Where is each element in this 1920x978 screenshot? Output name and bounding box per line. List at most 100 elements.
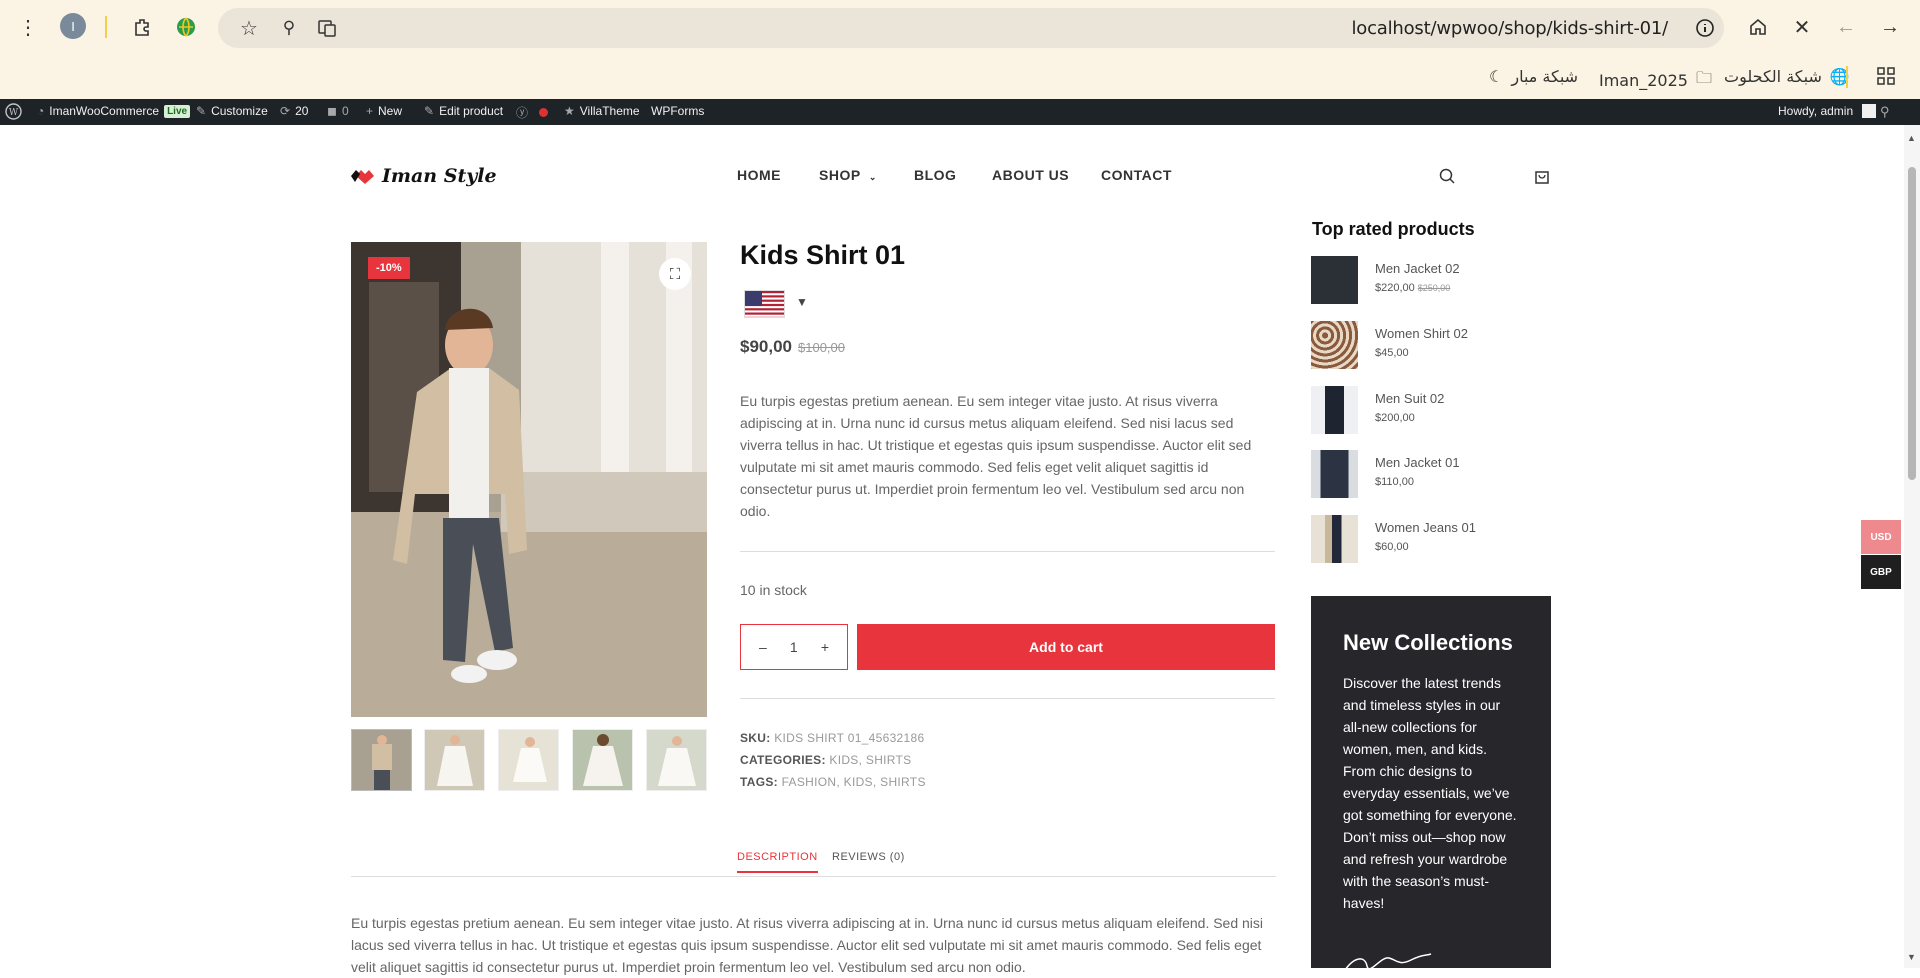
admin-updates[interactable]: ⟳ 20: [280, 104, 308, 118]
menu-shop[interactable]: SHOP ⌄: [819, 167, 877, 183]
admin-new[interactable]: + New: [366, 104, 402, 118]
scroll-up-icon[interactable]: ▲: [1907, 133, 1916, 143]
product-thumbnail[interactable]: [1311, 515, 1358, 563]
zoom-icon[interactable]: ⚲: [276, 14, 302, 42]
top-rated-name[interactable]: Men Suit 02: [1375, 391, 1444, 406]
villatheme-label: VillaTheme: [579, 104, 640, 118]
add-to-cart-button[interactable]: Add to cart: [857, 624, 1275, 670]
menu-blog[interactable]: BLOG: [914, 167, 956, 183]
product-thumbnail[interactable]: [1311, 450, 1358, 498]
yoast-icon: ⓨ: [516, 106, 529, 120]
gallery-thumbnail[interactable]: [572, 729, 633, 791]
price-current: $45,00: [1375, 347, 1409, 359]
price-current: $220,00: [1375, 282, 1415, 294]
product-thumbnail[interactable]: [1311, 386, 1358, 434]
star-icon: ★: [564, 104, 575, 118]
product-thumbnail[interactable]: [1311, 321, 1358, 369]
bookmark-item[interactable]: ☾ شبكة مبار: [1489, 67, 1578, 86]
top-rated-name[interactable]: Women Shirt 02: [1375, 326, 1468, 341]
category-link[interactable]: KIDS: [829, 753, 858, 767]
extensions-icon[interactable]: [128, 12, 156, 42]
scroll-thumb[interactable]: [1908, 167, 1916, 480]
wordpress-logo-icon[interactable]: W: [5, 103, 22, 120]
admin-customize[interactable]: ✎ Customize: [196, 104, 268, 118]
cart-icon[interactable]: [1534, 167, 1550, 190]
back-arrow-icon[interactable]: ←: [1832, 12, 1860, 42]
menu-home[interactable]: HOME: [737, 167, 781, 183]
page-scrollbar[interactable]: ▲ ▼: [1904, 125, 1920, 968]
gallery-thumbnail[interactable]: [646, 729, 707, 791]
top-rated-item[interactable]: Men Suit 02 $200,00: [1311, 386, 1531, 436]
top-rated-item[interactable]: Men Jacket 02 $220,00 $250,00: [1311, 256, 1531, 306]
tag-link[interactable]: SHIRTS: [880, 775, 926, 789]
admin-villatheme[interactable]: ★ VillaTheme: [564, 104, 640, 118]
wp-admin-bar: W ◔ ImanWooCommerce Live ✎ Customize ⟳ 20 ◼…: [0, 99, 1920, 125]
bookmark-star-icon[interactable]: ☆: [236, 14, 262, 42]
fullscreen-icon[interactable]: ⛶: [659, 258, 691, 290]
plus-icon[interactable]: +: [821, 639, 829, 655]
caret-down-icon[interactable]: ▼: [796, 295, 808, 309]
top-rated-item[interactable]: Women Jeans 01 $60,00: [1311, 515, 1531, 565]
menu-contact[interactable]: CONTACT: [1101, 167, 1172, 183]
profile-avatar[interactable]: I: [60, 13, 86, 39]
minus-icon[interactable]: –: [759, 639, 767, 655]
close-icon[interactable]: ✕: [1788, 12, 1816, 42]
translate-icon[interactable]: [314, 14, 340, 42]
product-main-image[interactable]: -10% ⛶: [351, 242, 707, 717]
tab-reviews[interactable]: REVIEWS (0): [832, 851, 905, 863]
tag-link[interactable]: KIDS: [844, 775, 873, 789]
price-old: $100,00: [798, 340, 845, 355]
url-text: localhost/wpwoo/shop/kids-shirt-01/: [1351, 18, 1668, 39]
menu-about-us[interactable]: ABOUT US: [992, 167, 1069, 183]
site-logo[interactable]: Iman Style: [350, 165, 497, 187]
comment-icon: ◼: [327, 104, 337, 118]
apps-grid-icon[interactable]: [1872, 62, 1900, 90]
top-rated-name[interactable]: Men Jacket 01: [1375, 455, 1460, 470]
admin-site-name[interactable]: ◔ ImanWooCommerce Live: [37, 104, 191, 118]
currency-gbp[interactable]: GBP: [1861, 555, 1901, 589]
bookmark-item[interactable]: شبكة الكحلوت 🌐: [1724, 67, 1850, 86]
tab-description[interactable]: DESCRIPTION: [737, 851, 818, 873]
product-price: $90,00 $100,00: [740, 337, 845, 357]
top-rated-price: $110,00: [1375, 476, 1414, 488]
admin-search-icon[interactable]: ⚲: [1880, 104, 1890, 120]
plus-icon: +: [366, 104, 374, 118]
howdy-label: Howdy, admin: [1778, 104, 1854, 118]
promo-banner[interactable]: New Collections Discover the latest tren…: [1311, 596, 1551, 971]
site-name-label: ImanWooCommerce: [49, 104, 160, 118]
home-icon[interactable]: [1744, 12, 1772, 42]
price-current: $90,00: [740, 337, 792, 356]
globe-extension-icon[interactable]: [172, 12, 200, 42]
gallery-thumbnail[interactable]: [498, 729, 559, 791]
gallery-thumbnail[interactable]: [424, 729, 485, 791]
site-info-icon[interactable]: [1694, 17, 1716, 39]
category-link[interactable]: SHIRTS: [866, 753, 912, 767]
scroll-down-icon[interactable]: ▼: [1907, 952, 1916, 962]
forward-arrow-icon[interactable]: →: [1876, 12, 1904, 42]
gallery-thumbnail[interactable]: [351, 729, 412, 791]
quantity-stepper[interactable]: – 1 +: [740, 624, 848, 670]
tag-link[interactable]: FASHION: [782, 775, 837, 789]
divider: [740, 551, 1275, 552]
us-flag-icon[interactable]: [744, 290, 785, 318]
quantity-value[interactable]: 1: [790, 639, 798, 655]
top-rated-name[interactable]: Women Jeans 01: [1375, 520, 1476, 535]
new-label: New: [378, 104, 403, 118]
top-rated-name[interactable]: Men Jacket 02: [1375, 261, 1460, 276]
address-bar[interactable]: ☆ ⚲ localhost/wpwoo/shop/kids-shirt-01/: [218, 8, 1724, 48]
divider: [1846, 66, 1848, 88]
profile-initial: I: [71, 18, 75, 34]
kebab-menu-icon[interactable]: ⋮: [14, 12, 42, 42]
admin-comments[interactable]: ◼ 0: [327, 104, 349, 118]
admin-edit-product[interactable]: ✎ Edit product: [424, 104, 503, 118]
admin-seo[interactable]: ⓨ: [516, 104, 549, 121]
search-icon[interactable]: [1438, 167, 1456, 190]
admin-account[interactable]: Howdy, admin: [1778, 104, 1877, 118]
bookmark-folder[interactable]: Iman_2025 🗀: [1599, 67, 1712, 94]
admin-wpforms[interactable]: WPForms: [651, 104, 704, 118]
currency-usd[interactable]: USD: [1861, 520, 1901, 554]
short-description: Eu turpis egestas pretium aenean. Eu sem…: [740, 393, 1252, 519]
top-rated-item[interactable]: Men Jacket 01 $110,00: [1311, 450, 1531, 500]
product-thumbnail[interactable]: [1311, 256, 1358, 304]
top-rated-item[interactable]: Women Shirt 02 $45,00: [1311, 321, 1531, 371]
